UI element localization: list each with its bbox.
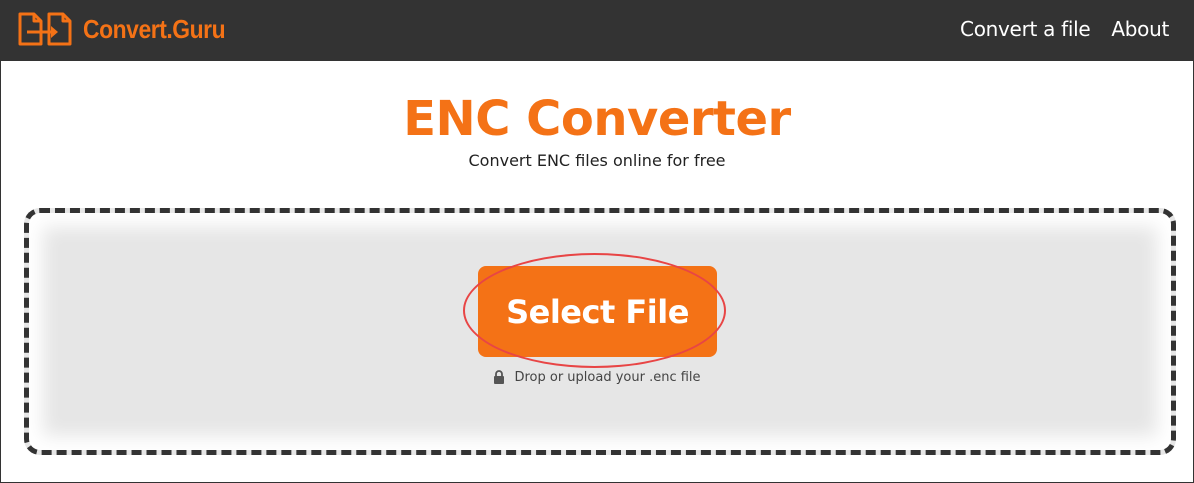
convert-arrows-logo-icon — [18, 12, 72, 46]
page-subtitle: Convert ENC files online for free — [468, 151, 726, 170]
page-title: ENC Converter — [403, 91, 791, 147]
upload-hint: Drop or upload your .enc file — [1, 368, 1193, 388]
upload-hint-text: Drop or upload your .enc file — [514, 370, 701, 385]
select-file-button[interactable]: Select File — [478, 266, 717, 357]
brand-link[interactable]: Convert.Guru — [17, 11, 245, 47]
brand-name: Convert.Guru — [83, 13, 226, 44]
nav-link-about[interactable]: About — [1111, 17, 1169, 41]
page-frame: Convert.Guru Convert a file About ENC Co… — [0, 0, 1194, 483]
navbar: Convert.Guru Convert a file About — [1, 1, 1193, 61]
nav-link-convert[interactable]: Convert a file — [960, 17, 1091, 41]
nav-links: Convert a file About — [939, 1, 1169, 57]
lock-icon — [494, 370, 505, 384]
